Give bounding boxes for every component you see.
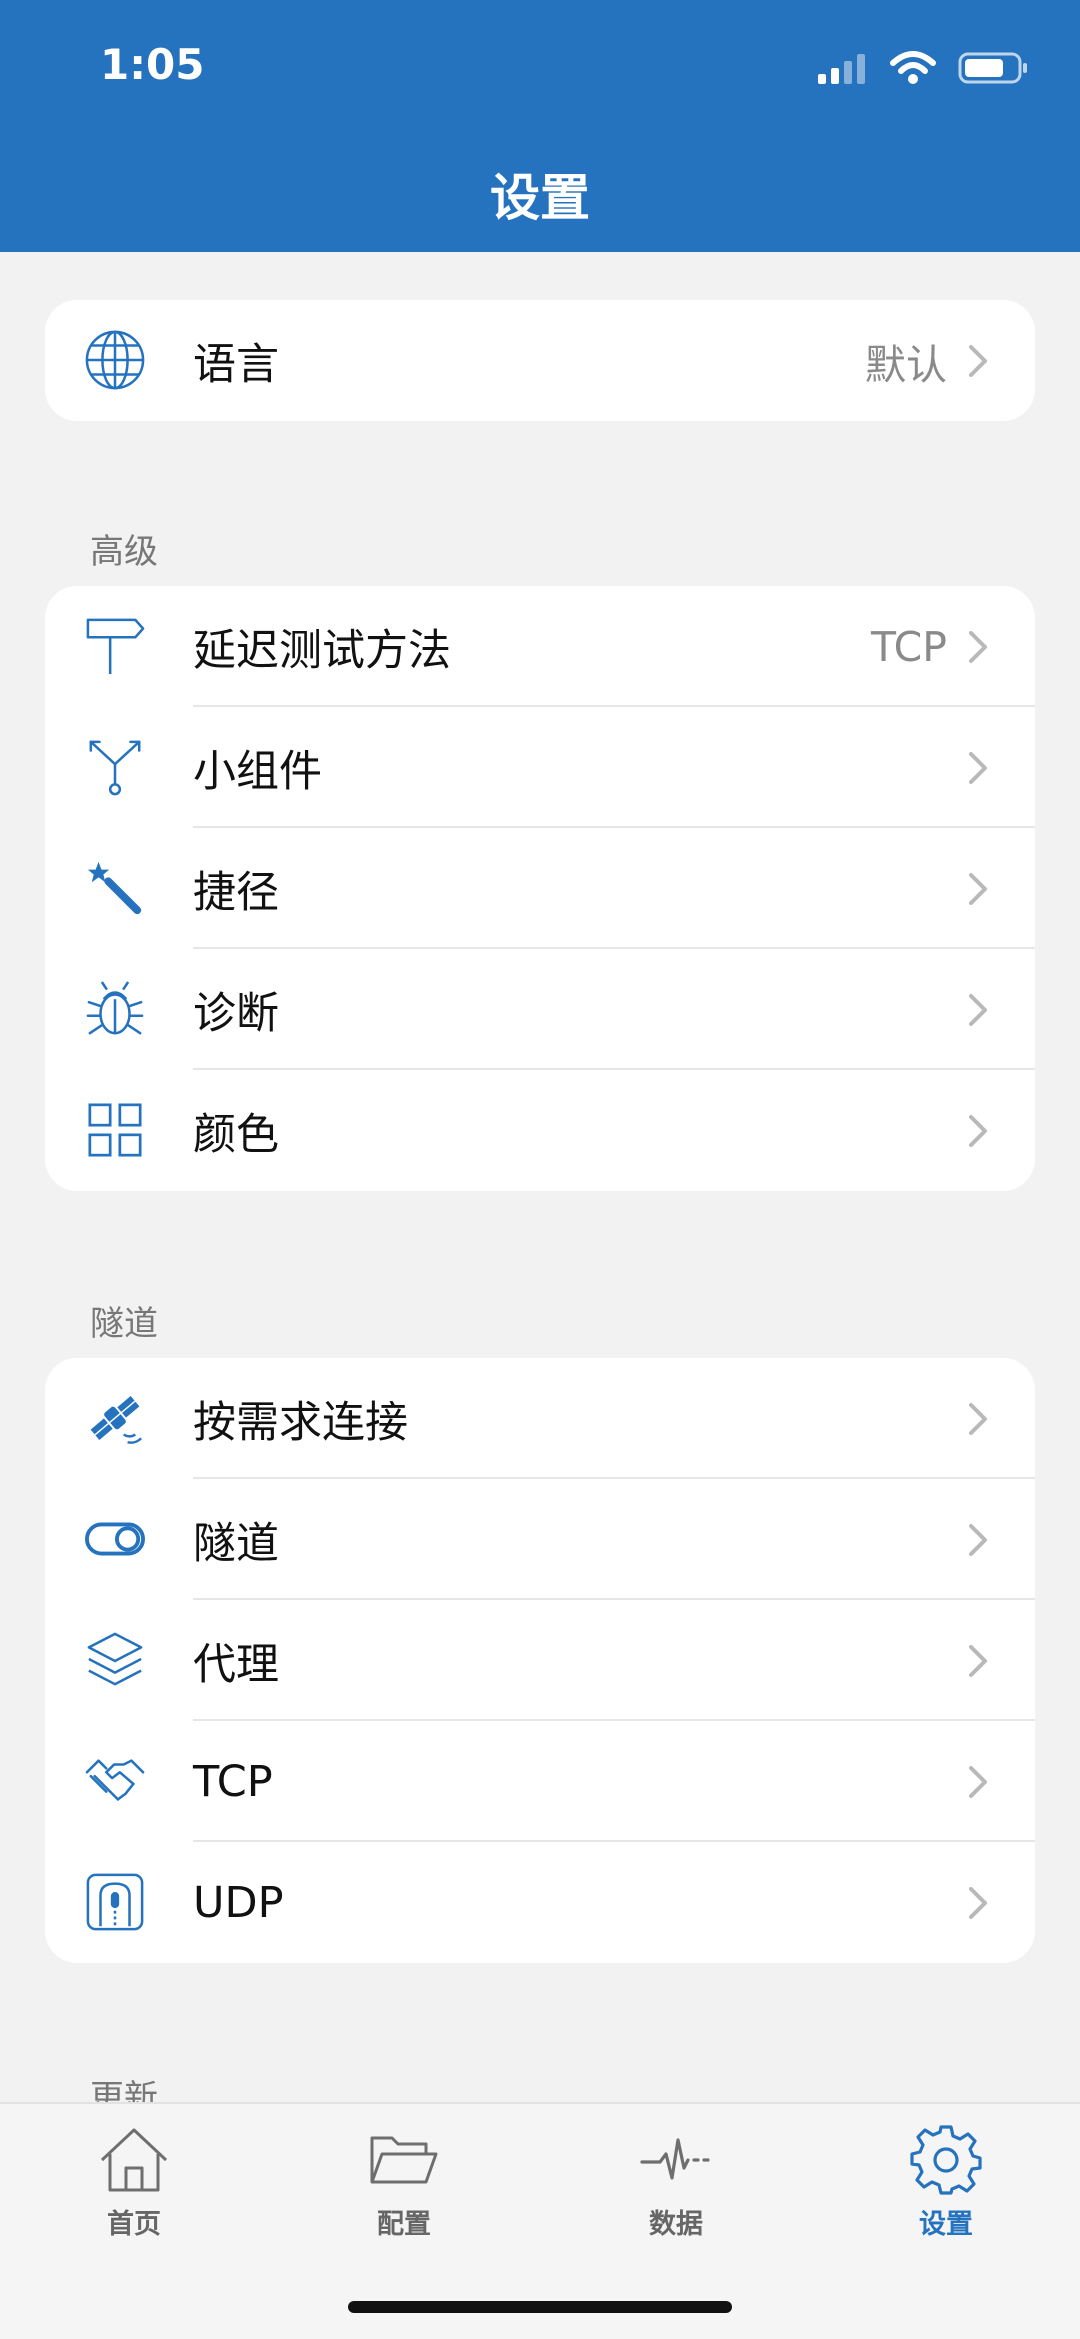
chevron-right-icon [969, 1887, 987, 1919]
shortcuts-label: 捷径 [193, 867, 279, 918]
home-indicator [348, 2301, 732, 2313]
tunnel-card: 按需求连接 隧道 代理 TCP UDP [45, 1358, 1035, 1963]
diagnostics-row[interactable]: 诊断 [45, 949, 1035, 1070]
tab-label: 配置 [377, 2209, 431, 2240]
udp-label: UDP [193, 1877, 284, 1928]
on-demand-row[interactable]: 按需求连接 [45, 1358, 1035, 1479]
home-icon [100, 2128, 168, 2192]
pulse-icon [640, 2138, 710, 2180]
globe-icon [85, 330, 145, 390]
diagnostics-label: 诊断 [193, 988, 279, 1039]
tab-label: 首页 [107, 2209, 161, 2240]
udp-row[interactable]: UDP [45, 1842, 1035, 1963]
chevron-right-icon [969, 1115, 987, 1147]
language-row[interactable]: 语言 默认 [45, 300, 1035, 421]
latency-test-row[interactable]: 延迟测试方法 TCP [45, 586, 1035, 707]
header-bar: 1:05 设置 [0, 0, 1080, 252]
wifi-icon [890, 51, 936, 84]
status-time: 1:05 [100, 40, 205, 89]
tab-label: 数据 [649, 2209, 703, 2240]
tab-config[interactable]: 配置 [304, 2124, 504, 2241]
chevron-right-icon [969, 1403, 987, 1435]
tunnel-icon [85, 1872, 145, 1932]
color-row[interactable]: 颜色 [45, 1070, 1035, 1191]
chevron-right-icon [969, 631, 987, 663]
shortcuts-row[interactable]: 捷径 [45, 828, 1035, 949]
toggle-icon [85, 1509, 145, 1569]
handshake-icon [85, 1751, 145, 1811]
language-card: 语言 默认 [45, 300, 1035, 421]
latency-test-label: 延迟测试方法 [193, 625, 451, 676]
gear-icon [910, 2125, 982, 2195]
color-label: 颜色 [193, 1109, 279, 1160]
cellular-signal-icon [818, 54, 865, 84]
branch-icon [85, 737, 145, 797]
tunnel-label: 隧道 [193, 1518, 279, 1569]
on-demand-label: 按需求连接 [193, 1397, 408, 1448]
satellite-icon [85, 1388, 145, 1448]
section-title-update: 更新 [90, 2078, 158, 2102]
proxy-row[interactable]: 代理 [45, 1600, 1035, 1721]
section-title-advanced: 高级 [90, 532, 158, 572]
language-label: 语言 [193, 339, 279, 390]
latency-test-value: TCP [871, 622, 947, 671]
tunnel-row[interactable]: 隧道 [45, 1479, 1035, 1600]
signpost-icon [85, 616, 145, 676]
widget-label: 小组件 [193, 746, 322, 797]
magic-wand-icon [85, 858, 145, 918]
chevron-right-icon [969, 1645, 987, 1677]
tcp-row[interactable]: TCP [45, 1721, 1035, 1842]
battery-icon [958, 52, 1027, 84]
chevron-right-icon [969, 1766, 987, 1798]
chevron-right-icon [969, 994, 987, 1026]
tab-home[interactable]: 首页 [34, 2124, 234, 2241]
folder-icon [370, 2136, 438, 2184]
chevron-right-icon [969, 873, 987, 905]
chevron-right-icon [969, 345, 987, 377]
tab-label: 设置 [919, 2209, 973, 2240]
page-title: 设置 [490, 169, 590, 227]
tcp-label: TCP [193, 1756, 273, 1807]
widget-row[interactable]: 小组件 [45, 707, 1035, 828]
chevron-right-icon [969, 1524, 987, 1556]
status-icons [818, 48, 1030, 88]
advanced-card: 延迟测试方法 TCP 小组件 捷径 诊断 颜色 [45, 586, 1035, 1191]
tab-settings[interactable]: 设置 [846, 2124, 1046, 2241]
language-value: 默认 [865, 340, 947, 389]
proxy-label: 代理 [193, 1639, 279, 1690]
section-title-tunnel: 隧道 [90, 1304, 158, 1344]
layers-icon [85, 1630, 145, 1690]
chevron-right-icon [969, 752, 987, 784]
tab-data[interactable]: 数据 [576, 2124, 776, 2241]
settings-content[interactable]: 语言 默认 高级 延迟测试方法 TCP 小组件 捷径 诊断 颜色 隧道 按需求连… [0, 252, 1080, 2102]
grid-icon [85, 1100, 145, 1160]
bug-icon [85, 979, 145, 1039]
